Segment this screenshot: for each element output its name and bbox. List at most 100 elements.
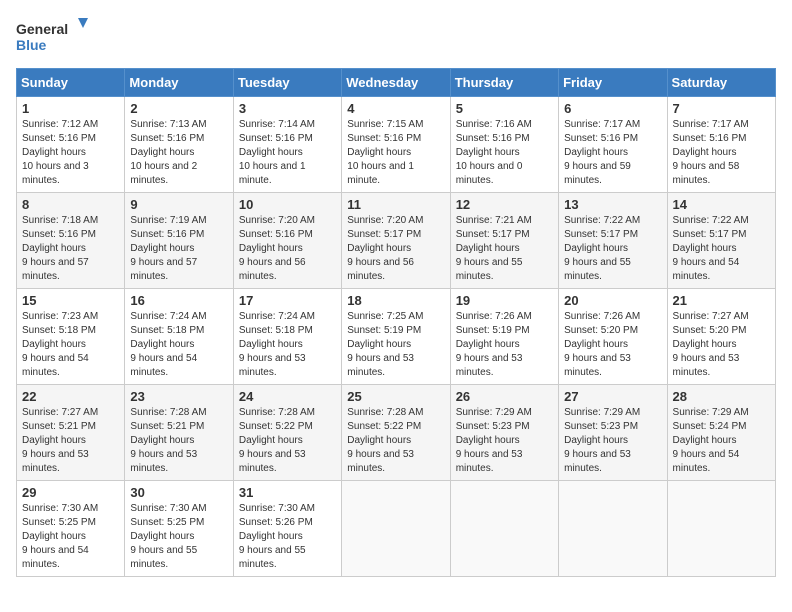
- day-info: Sunrise: 7:29 AM Sunset: 5:24 PM Dayligh…: [673, 406, 770, 476]
- day-info: Sunrise: 7:13 AM Sunset: 5:16 PM Dayligh…: [130, 118, 227, 188]
- calendar-day-cell: 12 Sunrise: 7:21 AM Sunset: 5:17 PM Dayl…: [450, 193, 558, 289]
- calendar-day-cell: [559, 481, 667, 577]
- day-number: 21: [673, 293, 770, 308]
- day-of-week-header: Thursday: [450, 69, 558, 97]
- header: General Blue: [16, 16, 776, 56]
- day-of-week-header: Sunday: [17, 69, 125, 97]
- calendar-day-cell: [450, 481, 558, 577]
- day-info: Sunrise: 7:30 AM Sunset: 5:25 PM Dayligh…: [22, 502, 119, 572]
- day-number: 3: [239, 101, 336, 116]
- day-info: Sunrise: 7:27 AM Sunset: 5:21 PM Dayligh…: [22, 406, 119, 476]
- day-info: Sunrise: 7:12 AM Sunset: 5:16 PM Dayligh…: [22, 118, 119, 188]
- calendar-day-cell: 14 Sunrise: 7:22 AM Sunset: 5:17 PM Dayl…: [667, 193, 775, 289]
- day-info: Sunrise: 7:20 AM Sunset: 5:16 PM Dayligh…: [239, 214, 336, 284]
- calendar-day-cell: [667, 481, 775, 577]
- calendar-day-cell: 19 Sunrise: 7:26 AM Sunset: 5:19 PM Dayl…: [450, 289, 558, 385]
- day-number: 7: [673, 101, 770, 116]
- day-number: 17: [239, 293, 336, 308]
- day-number: 11: [347, 197, 444, 212]
- calendar-day-cell: 3 Sunrise: 7:14 AM Sunset: 5:16 PM Dayli…: [233, 97, 341, 193]
- calendar-day-cell: 17 Sunrise: 7:24 AM Sunset: 5:18 PM Dayl…: [233, 289, 341, 385]
- svg-text:General: General: [16, 21, 68, 37]
- logo: General Blue: [16, 16, 96, 56]
- day-info: Sunrise: 7:26 AM Sunset: 5:20 PM Dayligh…: [564, 310, 661, 380]
- calendar-day-cell: 20 Sunrise: 7:26 AM Sunset: 5:20 PM Dayl…: [559, 289, 667, 385]
- day-info: Sunrise: 7:21 AM Sunset: 5:17 PM Dayligh…: [456, 214, 553, 284]
- calendar-day-cell: 29 Sunrise: 7:30 AM Sunset: 5:25 PM Dayl…: [17, 481, 125, 577]
- day-number: 14: [673, 197, 770, 212]
- calendar-day-cell: 11 Sunrise: 7:20 AM Sunset: 5:17 PM Dayl…: [342, 193, 450, 289]
- calendar-day-cell: 30 Sunrise: 7:30 AM Sunset: 5:25 PM Dayl…: [125, 481, 233, 577]
- calendar-week-row: 1 Sunrise: 7:12 AM Sunset: 5:16 PM Dayli…: [17, 97, 776, 193]
- day-info: Sunrise: 7:20 AM Sunset: 5:17 PM Dayligh…: [347, 214, 444, 284]
- calendar-week-row: 29 Sunrise: 7:30 AM Sunset: 5:25 PM Dayl…: [17, 481, 776, 577]
- day-of-week-header: Tuesday: [233, 69, 341, 97]
- day-number: 6: [564, 101, 661, 116]
- day-info: Sunrise: 7:29 AM Sunset: 5:23 PM Dayligh…: [456, 406, 553, 476]
- calendar-day-cell: 23 Sunrise: 7:28 AM Sunset: 5:21 PM Dayl…: [125, 385, 233, 481]
- logo-svg: General Blue: [16, 16, 96, 56]
- calendar-day-cell: 1 Sunrise: 7:12 AM Sunset: 5:16 PM Dayli…: [17, 97, 125, 193]
- day-info: Sunrise: 7:15 AM Sunset: 5:16 PM Dayligh…: [347, 118, 444, 188]
- day-number: 25: [347, 389, 444, 404]
- calendar-day-cell: 6 Sunrise: 7:17 AM Sunset: 5:16 PM Dayli…: [559, 97, 667, 193]
- day-number: 8: [22, 197, 119, 212]
- day-of-week-header: Friday: [559, 69, 667, 97]
- day-info: Sunrise: 7:28 AM Sunset: 5:21 PM Dayligh…: [130, 406, 227, 476]
- day-info: Sunrise: 7:24 AM Sunset: 5:18 PM Dayligh…: [239, 310, 336, 380]
- day-of-week-header: Wednesday: [342, 69, 450, 97]
- calendar-day-cell: 7 Sunrise: 7:17 AM Sunset: 5:16 PM Dayli…: [667, 97, 775, 193]
- day-info: Sunrise: 7:22 AM Sunset: 5:17 PM Dayligh…: [673, 214, 770, 284]
- calendar-day-cell: 22 Sunrise: 7:27 AM Sunset: 5:21 PM Dayl…: [17, 385, 125, 481]
- day-number: 29: [22, 485, 119, 500]
- day-info: Sunrise: 7:27 AM Sunset: 5:20 PM Dayligh…: [673, 310, 770, 380]
- day-info: Sunrise: 7:29 AM Sunset: 5:23 PM Dayligh…: [564, 406, 661, 476]
- calendar-day-cell: 25 Sunrise: 7:28 AM Sunset: 5:22 PM Dayl…: [342, 385, 450, 481]
- day-number: 16: [130, 293, 227, 308]
- calendar-day-cell: 16 Sunrise: 7:24 AM Sunset: 5:18 PM Dayl…: [125, 289, 233, 385]
- day-of-week-header: Monday: [125, 69, 233, 97]
- day-number: 10: [239, 197, 336, 212]
- day-info: Sunrise: 7:17 AM Sunset: 5:16 PM Dayligh…: [673, 118, 770, 188]
- calendar-day-cell: 13 Sunrise: 7:22 AM Sunset: 5:17 PM Dayl…: [559, 193, 667, 289]
- day-number: 27: [564, 389, 661, 404]
- day-info: Sunrise: 7:23 AM Sunset: 5:18 PM Dayligh…: [22, 310, 119, 380]
- day-number: 13: [564, 197, 661, 212]
- calendar-day-cell: 18 Sunrise: 7:25 AM Sunset: 5:19 PM Dayl…: [342, 289, 450, 385]
- calendar-week-row: 22 Sunrise: 7:27 AM Sunset: 5:21 PM Dayl…: [17, 385, 776, 481]
- day-number: 2: [130, 101, 227, 116]
- day-info: Sunrise: 7:24 AM Sunset: 5:18 PM Dayligh…: [130, 310, 227, 380]
- calendar-day-cell: 9 Sunrise: 7:19 AM Sunset: 5:16 PM Dayli…: [125, 193, 233, 289]
- day-number: 15: [22, 293, 119, 308]
- calendar-day-cell: 27 Sunrise: 7:29 AM Sunset: 5:23 PM Dayl…: [559, 385, 667, 481]
- calendar-day-cell: 4 Sunrise: 7:15 AM Sunset: 5:16 PM Dayli…: [342, 97, 450, 193]
- day-number: 24: [239, 389, 336, 404]
- calendar-day-cell: 8 Sunrise: 7:18 AM Sunset: 5:16 PM Dayli…: [17, 193, 125, 289]
- day-info: Sunrise: 7:22 AM Sunset: 5:17 PM Dayligh…: [564, 214, 661, 284]
- day-number: 30: [130, 485, 227, 500]
- day-info: Sunrise: 7:28 AM Sunset: 5:22 PM Dayligh…: [239, 406, 336, 476]
- day-info: Sunrise: 7:18 AM Sunset: 5:16 PM Dayligh…: [22, 214, 119, 284]
- day-number: 1: [22, 101, 119, 116]
- day-number: 20: [564, 293, 661, 308]
- calendar-table: SundayMondayTuesdayWednesdayThursdayFrid…: [16, 68, 776, 577]
- day-info: Sunrise: 7:17 AM Sunset: 5:16 PM Dayligh…: [564, 118, 661, 188]
- calendar-week-row: 15 Sunrise: 7:23 AM Sunset: 5:18 PM Dayl…: [17, 289, 776, 385]
- day-info: Sunrise: 7:26 AM Sunset: 5:19 PM Dayligh…: [456, 310, 553, 380]
- day-number: 23: [130, 389, 227, 404]
- day-number: 31: [239, 485, 336, 500]
- calendar-day-cell: 24 Sunrise: 7:28 AM Sunset: 5:22 PM Dayl…: [233, 385, 341, 481]
- day-number: 12: [456, 197, 553, 212]
- calendar-day-cell: 28 Sunrise: 7:29 AM Sunset: 5:24 PM Dayl…: [667, 385, 775, 481]
- day-info: Sunrise: 7:25 AM Sunset: 5:19 PM Dayligh…: [347, 310, 444, 380]
- calendar-day-cell: 10 Sunrise: 7:20 AM Sunset: 5:16 PM Dayl…: [233, 193, 341, 289]
- day-number: 4: [347, 101, 444, 116]
- day-number: 18: [347, 293, 444, 308]
- calendar-day-cell: 15 Sunrise: 7:23 AM Sunset: 5:18 PM Dayl…: [17, 289, 125, 385]
- calendar-day-cell: 26 Sunrise: 7:29 AM Sunset: 5:23 PM Dayl…: [450, 385, 558, 481]
- day-info: Sunrise: 7:30 AM Sunset: 5:26 PM Dayligh…: [239, 502, 336, 572]
- day-info: Sunrise: 7:30 AM Sunset: 5:25 PM Dayligh…: [130, 502, 227, 572]
- day-of-week-header: Saturday: [667, 69, 775, 97]
- day-info: Sunrise: 7:19 AM Sunset: 5:16 PM Dayligh…: [130, 214, 227, 284]
- day-info: Sunrise: 7:28 AM Sunset: 5:22 PM Dayligh…: [347, 406, 444, 476]
